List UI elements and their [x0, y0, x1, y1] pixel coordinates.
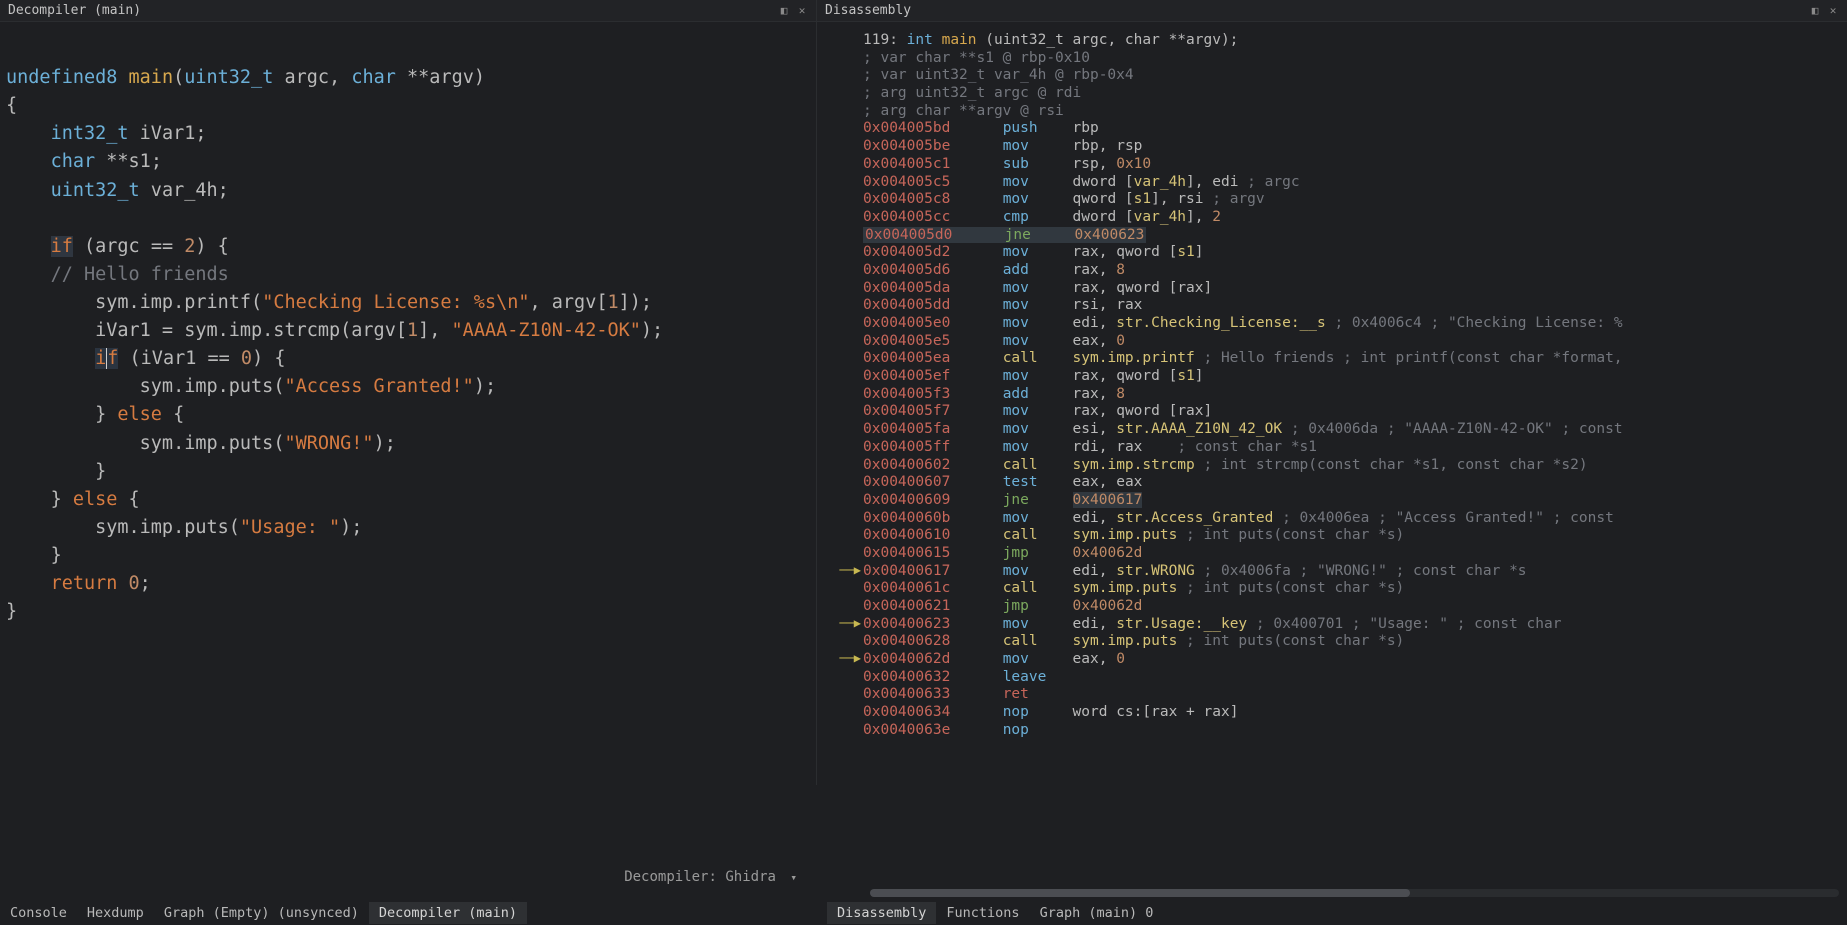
disassembly-panel: Disassembly ◧ ✕ 119: int main (uint32_t …: [817, 0, 1847, 785]
tab-disassembly[interactable]: Disassembly: [827, 902, 936, 924]
disassembly-title: Disassembly: [825, 3, 911, 18]
left-tabbar: ConsoleHexdumpGraph (Empty) (unsynced)De…: [0, 901, 527, 925]
disassembly-listing[interactable]: 119: int main (uint32_t argc, char **arg…: [817, 22, 1847, 785]
disassembly-panel-header: Disassembly ◧ ✕: [817, 0, 1847, 22]
popout-icon[interactable]: ◧: [778, 5, 790, 17]
tab-functions[interactable]: Functions: [936, 902, 1029, 924]
popout-icon[interactable]: ◧: [1809, 5, 1821, 17]
decompiler-code[interactable]: undefined8 main(uint32_t argc, char **ar…: [0, 22, 816, 785]
decompiler-panel-header: Decompiler (main) ◧ ✕: [0, 0, 816, 22]
tab-hexdump[interactable]: Hexdump: [77, 902, 154, 924]
right-tabbar: DisassemblyFunctionsGraph (main) 0: [827, 901, 1163, 925]
close-icon[interactable]: ✕: [796, 5, 808, 17]
tab-decompiler-main-[interactable]: Decompiler (main): [369, 902, 527, 924]
decompiler-title: Decompiler (main): [8, 3, 141, 18]
tab-console[interactable]: Console: [0, 902, 77, 924]
close-icon[interactable]: ✕: [1827, 5, 1839, 17]
scrollbar-thumb[interactable]: [870, 889, 1410, 897]
chevron-down-icon: ▾: [790, 871, 797, 884]
horizontal-scrollbar[interactable]: [870, 889, 1839, 897]
tab-graph-main-0[interactable]: Graph (main) 0: [1030, 902, 1164, 924]
decompiler-panel: Decompiler (main) ◧ ✕ undefined8 main(ui…: [0, 0, 817, 785]
tab-graph-empty-unsynced-[interactable]: Graph (Empty) (unsynced): [154, 902, 369, 924]
decompiler-engine-selector[interactable]: Decompiler: Ghidra ▾: [0, 869, 817, 885]
